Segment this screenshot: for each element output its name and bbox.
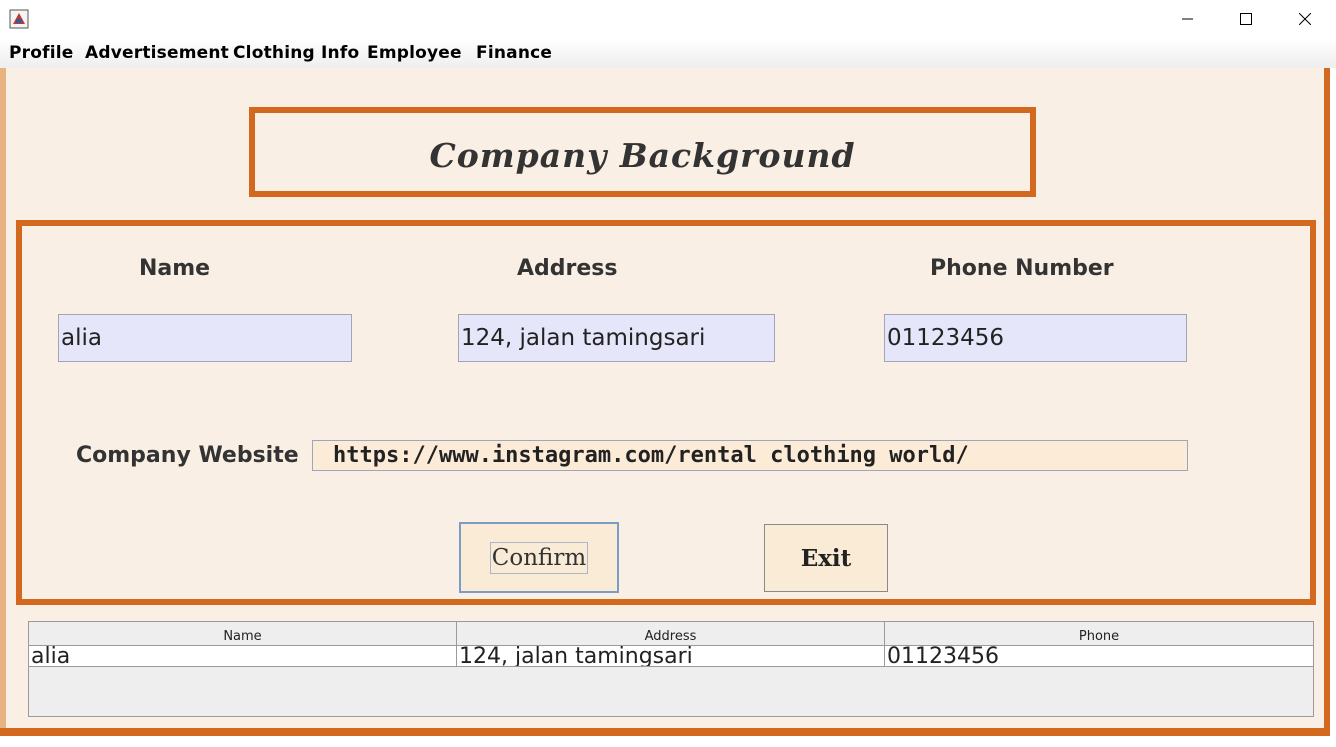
- name-field[interactable]: alia: [58, 314, 352, 362]
- minimize-button[interactable]: [1159, 0, 1217, 38]
- bottom-border: [0, 728, 1330, 736]
- title-box: Company Background: [249, 107, 1036, 197]
- address-field[interactable]: 124, jalan tamingsari: [458, 314, 775, 362]
- phone-label: Phone Number: [930, 256, 1114, 281]
- page-title: Company Background: [429, 135, 856, 175]
- column-header-phone[interactable]: Phone: [885, 622, 1313, 646]
- close-icon: [1298, 10, 1312, 29]
- address-label: Address: [517, 256, 618, 281]
- column-header-address[interactable]: Address: [457, 622, 885, 646]
- table-row[interactable]: alia 124, jalan tamingsari 01123456: [29, 646, 1313, 667]
- maximize-button[interactable]: [1217, 0, 1275, 38]
- title-bar: [0, 0, 1336, 38]
- exit-button[interactable]: Exit: [764, 524, 888, 592]
- website-label: Company Website: [76, 443, 299, 468]
- phone-field[interactable]: 01123456: [884, 314, 1187, 362]
- maximize-icon: [1240, 10, 1252, 29]
- table-cell-name[interactable]: alia: [29, 646, 457, 666]
- bottom-edge: [0, 736, 1336, 747]
- company-table[interactable]: Name Address Phone alia 124, jalan tamin…: [28, 621, 1314, 717]
- menu-clothing-info[interactable]: Clothing Info: [233, 43, 359, 63]
- table-cell-address[interactable]: 124, jalan tamingsari: [457, 646, 885, 666]
- confirm-button-label: Confirm: [489, 541, 589, 574]
- java-app-icon: [9, 9, 29, 29]
- website-field[interactable]: https://www.instagram.com/rental clothin…: [312, 440, 1188, 471]
- menu-advertisement[interactable]: Advertisement: [85, 43, 229, 63]
- close-button[interactable]: [1276, 0, 1334, 38]
- confirm-button[interactable]: Confirm: [459, 522, 619, 593]
- table-cell-phone[interactable]: 01123456: [885, 646, 1313, 666]
- menu-employee[interactable]: Employee: [367, 43, 462, 63]
- column-header-name[interactable]: Name: [29, 622, 457, 646]
- menu-bar: Profile Advertisement Clothing Info Empl…: [0, 38, 1336, 69]
- name-label: Name: [139, 256, 211, 281]
- form-panel: [16, 220, 1316, 605]
- left-border: [0, 68, 6, 747]
- minimize-icon: [1182, 10, 1194, 29]
- right-border: [1324, 68, 1330, 736]
- menu-finance[interactable]: Finance: [476, 43, 552, 63]
- menu-profile[interactable]: Profile: [9, 43, 74, 63]
